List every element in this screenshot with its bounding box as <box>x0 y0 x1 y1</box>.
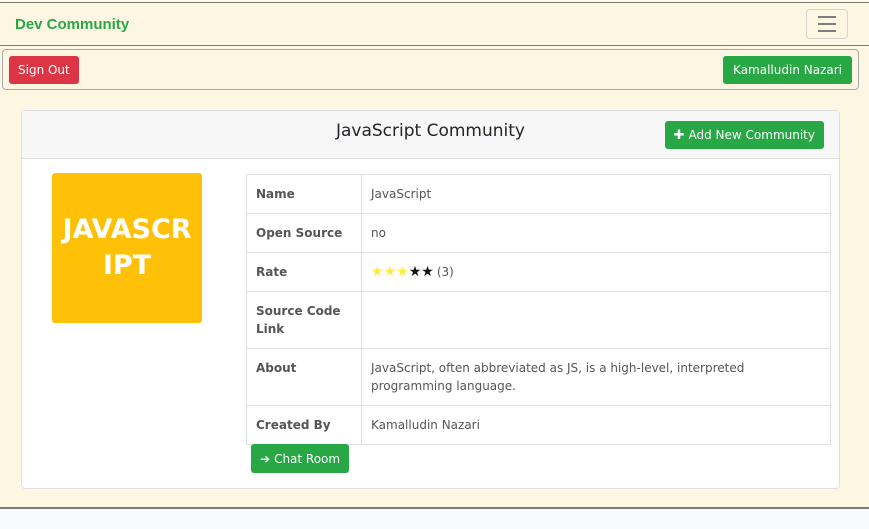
rate-label: Rate <box>246 252 362 292</box>
sign-in-icon: ➔ <box>260 451 271 466</box>
rate-value: ★★★★★ (3) <box>361 252 831 292</box>
name-value: JavaScript <box>361 174 831 214</box>
about-value: JavaScript, often abbreviated as JS, is … <box>361 348 831 406</box>
table-row: Open Source no <box>246 213 831 253</box>
star-rating: ★★★★★ <box>371 265 434 279</box>
open-source-value: no <box>361 213 831 253</box>
add-community-label: Add New Community <box>688 128 816 142</box>
community-logo: JAVASCRIPT <box>52 173 202 323</box>
star-empty-icon: ★ <box>421 264 434 280</box>
hamburger-menu-icon[interactable] <box>806 9 848 39</box>
source-code-label: Source Code Link <box>246 291 362 349</box>
created-by-label: Created By <box>246 405 362 445</box>
chat-room-label: Chat Room <box>274 451 341 466</box>
hamburger-line <box>818 23 836 25</box>
star-filled-icon: ★ <box>383 264 397 280</box>
add-community-button[interactable]: ✚ Add New Community <box>664 121 824 149</box>
star-filled-icon: ★ <box>371 264 384 280</box>
brand-link[interactable]: Dev Community <box>15 16 129 33</box>
community-card: JavaScript Community ✚ Add New Community… <box>21 110 840 489</box>
about-label: About <box>246 348 362 406</box>
user-bar: Sign Out Kamalludin Nazari <box>2 49 859 90</box>
user-profile-button[interactable]: Kamalludin Nazari <box>723 55 852 84</box>
source-code-value[interactable] <box>361 291 831 349</box>
table-row: Created By Kamalludin Nazari <box>246 405 831 445</box>
table-row: Source Code Link <box>246 291 831 349</box>
star-empty-icon: ★ <box>408 264 422 280</box>
created-by-value: Kamalludin Nazari <box>361 405 831 445</box>
name-label: Name <box>246 174 362 214</box>
plus-icon: ✚ <box>673 127 685 143</box>
hamburger-line <box>818 30 836 32</box>
table-row: Name JavaScript <box>246 174 831 214</box>
chat-room-button[interactable]: ➔ Chat Room <box>251 444 350 473</box>
hamburger-line <box>818 16 836 18</box>
sign-out-button[interactable]: Sign Out <box>9 55 79 84</box>
star-filled-icon: ★ <box>396 264 409 280</box>
table-row: Rate ★★★★★ (3) <box>246 252 831 292</box>
rate-count: (3) <box>436 265 454 279</box>
open-source-label: Open Source <box>246 213 362 253</box>
navbar: Dev Community <box>0 2 869 46</box>
community-details-table: Name JavaScript Open Source no Rate ★★★★… <box>246 174 831 445</box>
table-row: About JavaScript, often abbreviated as J… <box>246 348 831 406</box>
card-header: JavaScript Community ✚ Add New Community <box>22 111 839 159</box>
